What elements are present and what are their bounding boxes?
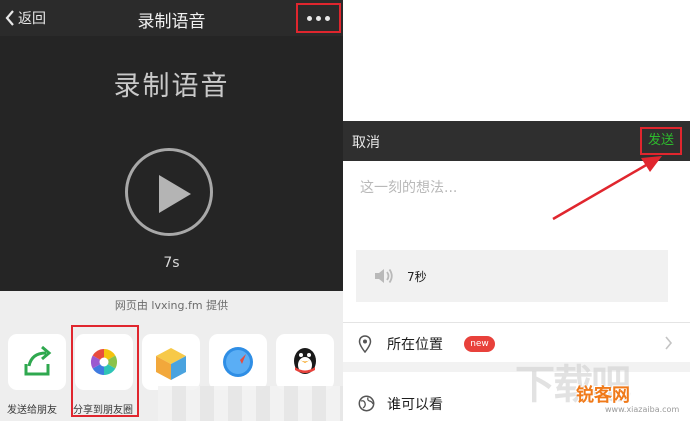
globe-icon bbox=[358, 395, 375, 412]
play-button[interactable] bbox=[125, 148, 213, 236]
moments-highlight-box bbox=[71, 325, 139, 417]
recording-duration: 7s bbox=[163, 255, 180, 271]
compose-input[interactable]: 这一刻的想法... bbox=[360, 177, 457, 197]
location-label: 所在位置 bbox=[387, 337, 443, 353]
compose-nav-bar: 取消 发送 bbox=[343, 121, 690, 161]
voice-length: 7秒 bbox=[407, 270, 427, 284]
cancel-button[interactable]: 取消 bbox=[352, 132, 380, 152]
share-to-qq[interactable] bbox=[276, 334, 334, 390]
share-label-send-to-friend: 发送给朋友 bbox=[7, 405, 57, 416]
open-in-safari[interactable] bbox=[209, 334, 267, 390]
dot-icon bbox=[316, 15, 321, 21]
dot-icon bbox=[325, 15, 330, 21]
voice-attachment[interactable]: 7秒 bbox=[356, 250, 668, 302]
recording-page: 返回 录制语音 录制语音 7s 网页由 lvxing.fm 提供 发送给朋友 分… bbox=[0, 0, 343, 421]
share-to-favorites[interactable] bbox=[142, 334, 200, 390]
share-forward-icon bbox=[24, 345, 52, 376]
watermark-url: www.xiazaiba.com bbox=[605, 405, 680, 414]
blurred-labels bbox=[158, 386, 343, 421]
recording-title: 录制语音 bbox=[113, 71, 230, 102]
favorite-cube-icon bbox=[156, 348, 186, 380]
visibility-label: 谁可以看 bbox=[387, 397, 443, 413]
qq-penguin-icon bbox=[294, 348, 316, 374]
screenshot-root: 返回 录制语音 录制语音 7s 网页由 lvxing.fm 提供 发送给朋友 分… bbox=[0, 0, 690, 421]
provider-note: 网页由 lvxing.fm 提供 bbox=[114, 299, 229, 312]
send-button[interactable]: 发送 bbox=[640, 127, 682, 155]
speaker-icon bbox=[375, 268, 393, 284]
safari-compass-icon bbox=[223, 347, 253, 377]
nav-title: 录制语音 bbox=[137, 12, 206, 32]
nav-bar: 返回 录制语音 bbox=[0, 0, 343, 36]
new-badge: new bbox=[464, 336, 495, 352]
share-sheet: 网页由 lvxing.fm 提供 发送给朋友 分享到朋友圈 bbox=[0, 291, 343, 421]
location-pin-icon bbox=[358, 335, 372, 353]
chevron-right-icon bbox=[665, 336, 673, 350]
play-icon bbox=[159, 175, 191, 213]
more-options-button[interactable] bbox=[296, 3, 341, 33]
watermark-brand: 锐客网 bbox=[576, 385, 630, 406]
dot-icon bbox=[307, 15, 312, 21]
share-send-to-friend[interactable] bbox=[8, 334, 66, 390]
